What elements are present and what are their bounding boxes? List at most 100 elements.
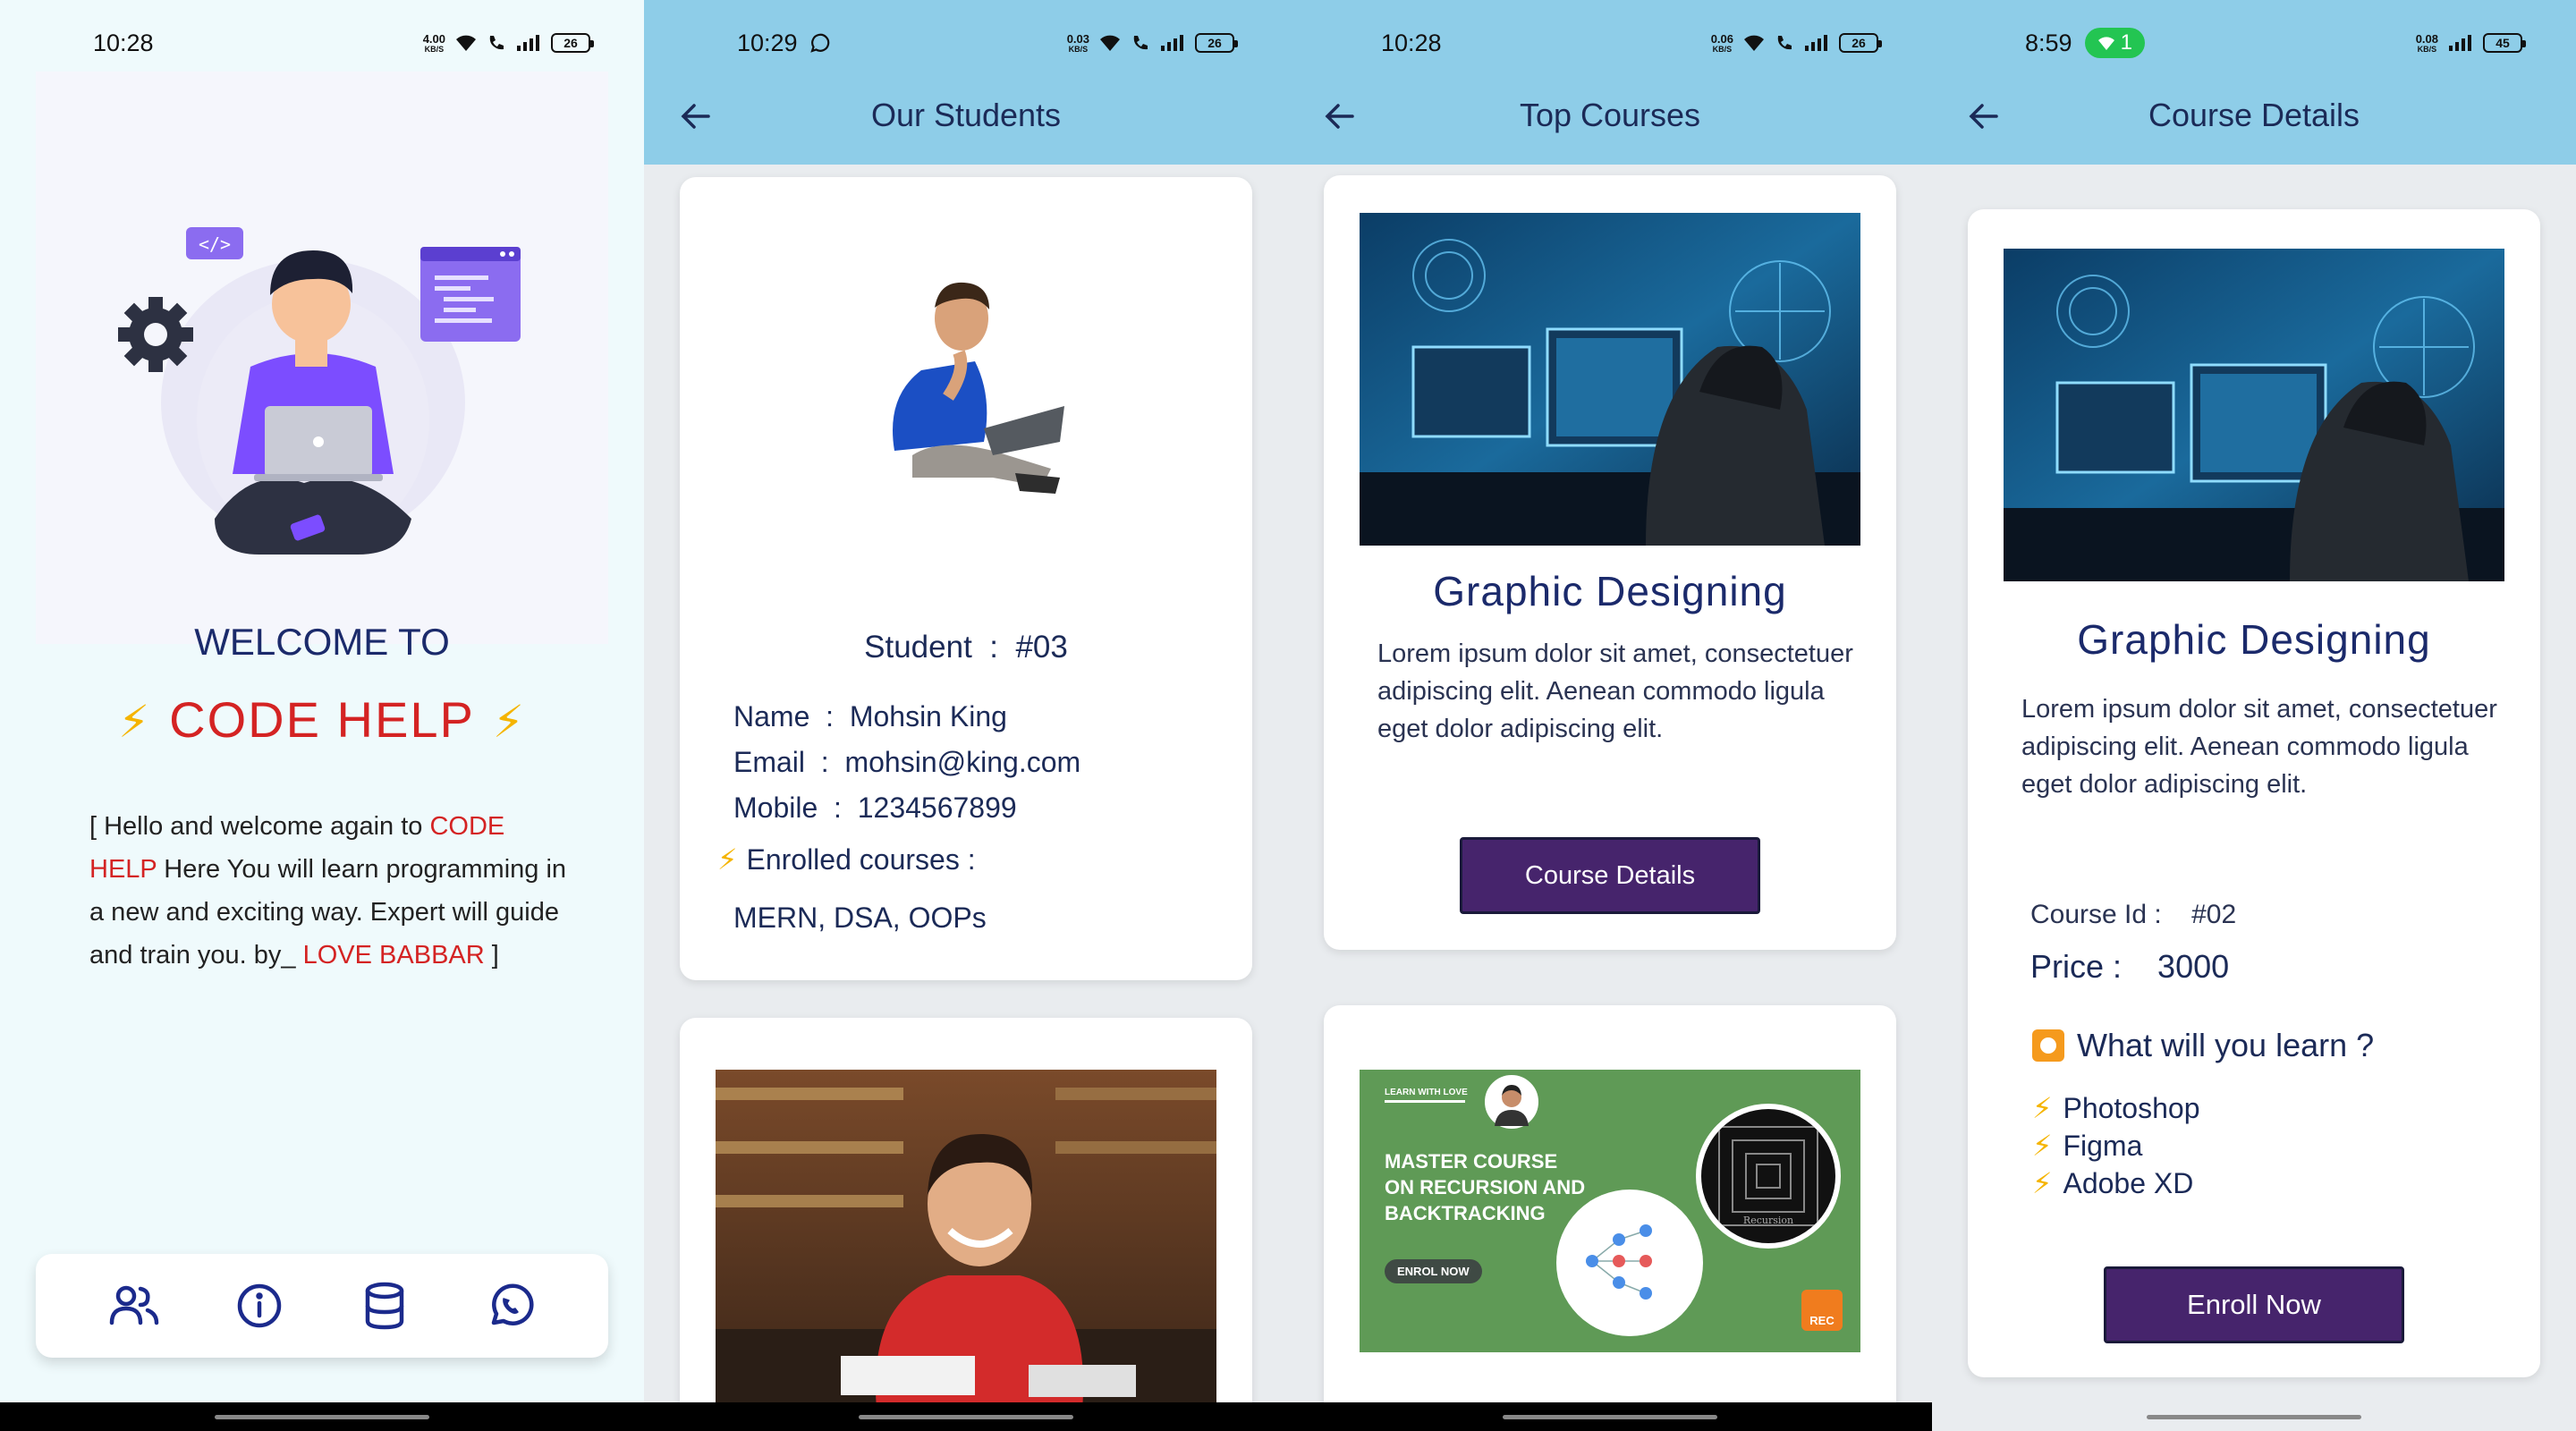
page-title: Top Courses [1519,97,1701,133]
course-title: Graphic Designing [2077,616,2431,663]
course-image [1360,213,1860,546]
student-info: Name : Mohsin King Email : mohsin@king.c… [733,694,1080,831]
network-speed: 4.00 KB/S [422,31,445,54]
enrol-now-badge[interactable]: ENROL NOW [1385,1259,1482,1283]
system-nav-bar [1288,1402,1932,1431]
intro-paragraph: [ Hello and welcome again to CODE HELP H… [89,812,567,970]
signal-icon [517,35,539,51]
course-detail-card: Graphic Designing Lorem ipsum dolor sit … [1968,209,2540,1377]
student-card[interactable]: Student : #03 Name : Mohsin King Email :… [680,177,1252,980]
network-speed: 0.08 KB/S [2415,31,2438,54]
battery-icon: 26 [1839,33,1882,53]
whatsapp-icon [491,1283,534,1325]
battery-icon: 45 [2483,33,2526,53]
learn-list: ⚡ Photoshop ⚡ Figma ⚡ Adobe XD [2032,1089,2199,1202]
enrolled-courses-list: MERN, DSA, OOPs [733,902,987,934]
course-banner: LEARN WITH LOVE MASTER COURSE ON RECURSI… [1360,1070,1860,1352]
system-icons: 4.00 KB/S 26 [422,31,594,54]
system-nav-bar [644,1402,1288,1431]
gear-icon [118,297,193,372]
svg-text:Recursion: Recursion [1743,1215,1793,1226]
banner-tag: LEARN WITH LOVE [1385,1088,1468,1097]
network-speed: 0.06 KB/S [1710,31,1733,54]
system-icons: 0.03 KB/S 26 [1066,31,1238,54]
enrolled-courses-label: ⚡ Enrolled courses : [717,843,976,876]
signal-icon [1805,35,1827,51]
status-bar: 10:28 0.06 KB/S 26 [1288,0,1932,86]
bottom-navigation [36,1254,608,1358]
wifi-icon [456,35,476,51]
call-icon [1777,36,1792,50]
student-name-row: Name : Mohsin King [733,700,1007,732]
signal-icon [1161,35,1183,51]
students-screen: 10:29 0.03KB/S 26 Our Students Student [644,0,1288,1431]
code-tag-icon: </> [186,227,243,259]
home-indicator[interactable] [2147,1415,2361,1419]
app-bar: 8:59 1 0.08 KB/S 45 Course Details [1932,0,2576,165]
wifi-icon [1744,35,1764,51]
course-details-screen: 8:59 1 0.08 KB/S 45 Course Details Graph… [1932,0,2576,1431]
course-image [2004,249,2504,581]
page-title: Course Details [2148,97,2360,133]
course-card[interactable]: LEARN WITH LOVE MASTER COURSE ON RECURSI… [1324,1005,1896,1431]
wifi-icon [1100,35,1120,51]
record-button-icon [2032,1029,2064,1062]
app-bar: 10:29 0.03 KB/S 26 Our Students [644,0,1288,165]
welcome-screen: 10:28 4.00 KB/S 26 </> WELCOME TO ⚡ CODE… [0,0,644,1431]
status-time: 8:59 [2025,29,2072,56]
course-card[interactable]: Graphic Designing Lorem ipsum dolor sit … [1324,175,1896,950]
course-details-button[interactable]: Course Details [1460,837,1760,914]
nav-info-button[interactable] [233,1279,286,1333]
learn-item: ⚡ Figma [2032,1130,2143,1162]
lightning-icon: ⚡ [2032,1092,2053,1124]
database-icon [365,1282,404,1330]
system-icons: 0.08 KB/S 45 [2415,31,2526,54]
course-description: Lorem ipsum dolor sit amet, consectetuer… [2021,695,2497,799]
student-photo [893,282,1064,494]
status-time: 10:28 [93,29,154,56]
recursion-ring: Recursion [1696,1104,1841,1249]
status-time: 10:28 [1381,29,1442,56]
home-indicator[interactable] [859,1415,1073,1419]
network-speed: 0.03 KB/S [1066,31,1089,54]
brand-heading: ⚡ CODE HELP ⚡ [118,691,526,748]
users-icon [109,1285,159,1325]
call-icon [1133,36,1148,50]
instructor-avatar [1485,1075,1538,1129]
system-nav-bar [0,1402,644,1431]
learn-item: ⚡ Photoshop [2032,1092,2200,1124]
lightning-icon: ⚡ [2032,1130,2053,1162]
home-indicator[interactable] [1503,1415,1717,1419]
welcome-heading: WELCOME TO [194,621,450,663]
student-photo [716,1070,1216,1410]
banner-underline [1385,1100,1465,1103]
browser-window-icon [420,247,521,342]
top-courses-screen: 10:28 0.06 KB/S 26 Top Courses Graphic D… [1288,0,1932,1431]
student-card[interactable] [680,1018,1252,1431]
learn-heading: What will you learn ? [2030,1027,2374,1064]
signal-icon [2449,35,2471,51]
price-row: Price : 3000 [2030,948,2230,985]
system-icons: 0.06 KB/S 26 [1710,31,1882,54]
student-email-row: Email : mohsin@king.com [733,746,1081,778]
hero-illustration: </> [36,72,608,644]
banner-headline: MASTER COURSE ON RECURSION AND BACKTRACK… [1385,1150,1586,1224]
learn-item: ⚡ Adobe XD [2032,1167,2194,1199]
nav-whatsapp-button[interactable] [483,1279,537,1333]
home-indicator[interactable] [215,1415,429,1419]
rec-badge: REC [1801,1290,1843,1331]
enroll-now-button[interactable]: Enroll Now [2104,1266,2404,1343]
call-icon [489,36,504,50]
lightning-icon: ⚡ [717,843,738,876]
battery-icon: 26 [1195,33,1238,53]
app-bar: 10:28 0.06 KB/S 26 Top Courses [1288,0,1932,165]
page-title: Our Students [870,97,1062,133]
student-mobile-row: Mobile : 1234567899 [733,792,1017,824]
status-bar: 8:59 1 0.08 KB/S 45 [1932,0,2576,86]
status-bar: 10:29 0.03 KB/S 26 [644,0,1288,86]
lightning-icon: ⚡ [492,697,526,747]
nav-courses-button[interactable] [358,1279,411,1333]
course-title: Graphic Designing [1433,568,1787,614]
info-icon [237,1283,282,1328]
nav-students-button[interactable] [107,1279,161,1333]
